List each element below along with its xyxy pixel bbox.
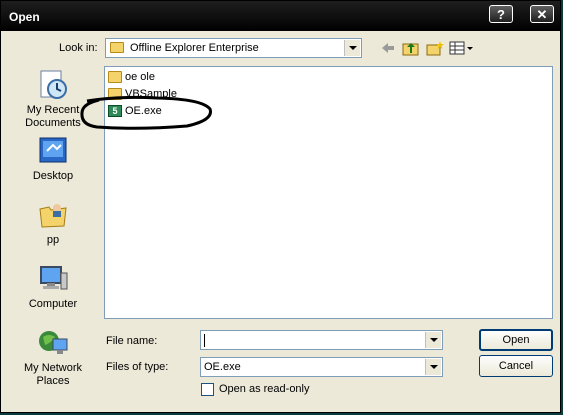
read-only-label[interactable]: Open as read-only xyxy=(219,383,310,395)
place-label: pp xyxy=(46,234,60,246)
read-only-checkbox[interactable] xyxy=(201,383,214,396)
chevron-down-icon[interactable] xyxy=(425,332,441,348)
place-desktop[interactable]: Desktop xyxy=(18,135,88,183)
place-label: My Network Places xyxy=(23,362,83,387)
open-dialog: Open ? ✕ Look in: Offline Explorer Enter… xyxy=(0,0,561,413)
place-recent-documents[interactable]: My Recent Documents xyxy=(18,69,88,130)
file-name: oe ole xyxy=(125,71,155,83)
new-folder-icon[interactable] xyxy=(426,40,444,56)
folder-icon xyxy=(108,88,122,100)
recent-documents-icon xyxy=(37,69,69,101)
user-folder-icon xyxy=(37,199,69,231)
computer-icon xyxy=(37,263,69,295)
look-in-value: Offline Explorer Enterprise xyxy=(130,42,259,54)
network-places-icon xyxy=(37,327,69,359)
file-name: OE.exe xyxy=(125,105,162,117)
folder-icon xyxy=(108,71,122,83)
title-bar[interactable]: Open ? ✕ xyxy=(1,1,560,31)
chevron-down-icon[interactable] xyxy=(344,40,360,56)
place-user-folder[interactable]: pp xyxy=(18,199,88,247)
file-type-value: OE.exe xyxy=(204,361,241,373)
place-network[interactable]: My Network Places xyxy=(18,327,88,388)
file-name-label: File name: xyxy=(106,335,158,347)
desktop-icon xyxy=(37,135,69,167)
view-menu-icon[interactable] xyxy=(449,40,475,56)
file-list[interactable]: oe ole VBSample 5 OE.exe xyxy=(104,66,553,319)
dialog-title: Open xyxy=(9,10,40,24)
place-label: My Recent Documents xyxy=(25,104,81,129)
look-in-label: Look in: xyxy=(59,42,98,54)
file-name-input[interactable] xyxy=(200,330,443,350)
folder-icon xyxy=(110,42,124,53)
text-cursor xyxy=(204,334,205,347)
place-label: Computer xyxy=(28,298,78,310)
file-name: VBSample xyxy=(125,88,177,100)
up-one-level-icon[interactable] xyxy=(402,40,420,56)
application-icon: 5 xyxy=(108,105,122,117)
look-in-dropdown[interactable]: Offline Explorer Enterprise xyxy=(105,38,362,58)
help-button[interactable]: ? xyxy=(489,5,513,23)
open-button[interactable]: Open xyxy=(479,329,553,351)
cancel-button[interactable]: Cancel xyxy=(479,355,553,377)
file-type-dropdown[interactable]: OE.exe xyxy=(200,357,443,377)
place-computer[interactable]: Computer xyxy=(18,263,88,311)
chevron-down-icon[interactable] xyxy=(425,359,441,375)
file-type-label: Files of type: xyxy=(106,361,169,373)
close-button[interactable]: ✕ xyxy=(530,5,554,23)
back-arrow-icon[interactable] xyxy=(380,40,396,56)
place-label: Desktop xyxy=(32,170,74,182)
